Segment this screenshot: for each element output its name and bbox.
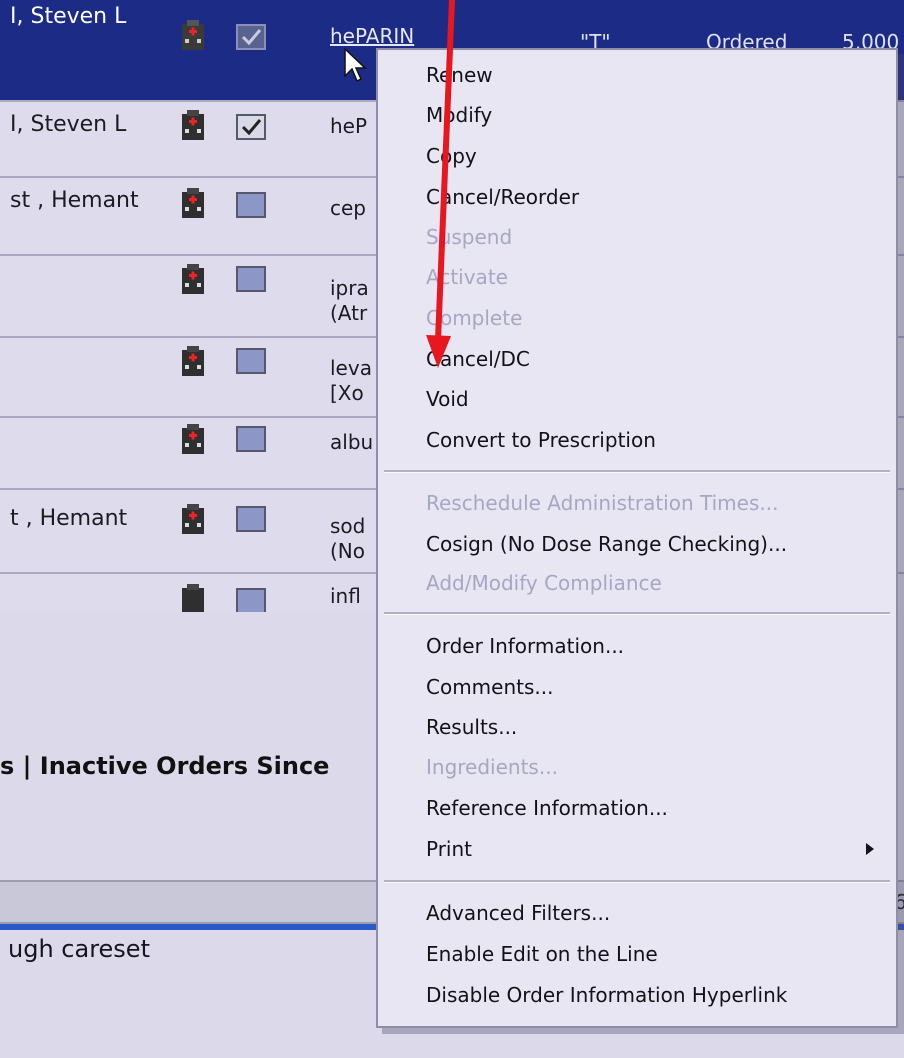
row-patient-name: t , Hemant xyxy=(10,506,128,531)
row-drug-name[interactable]: hePARIN xyxy=(330,24,414,49)
menu-item-reschedule-administration-times: Reschedule Administration Times... xyxy=(426,491,779,515)
hospital-building-icon xyxy=(182,188,204,218)
menu-item-cancel-dc[interactable]: Cancel/DC xyxy=(426,346,530,372)
checkbox-icon[interactable] xyxy=(236,192,266,218)
checkbox-icon[interactable] xyxy=(236,24,266,50)
menu-separator xyxy=(384,612,890,615)
orders-screen: I, Steven L hePARIN "T" Ordered 5,000 I,… xyxy=(0,0,904,1058)
row-patient-name: st , Hemant xyxy=(10,188,139,213)
row-patient-name: I, Steven L xyxy=(10,112,127,137)
hospital-building-icon xyxy=(182,346,204,376)
checkbox-icon[interactable] xyxy=(236,426,266,452)
hospital-building-icon xyxy=(182,20,204,50)
menu-separator xyxy=(384,470,890,473)
menu-item-modify[interactable]: Modify xyxy=(426,102,492,128)
checkbox-icon[interactable] xyxy=(236,588,266,612)
menu-item-results[interactable]: Results... xyxy=(426,714,517,740)
row-drug-name[interactable]: cep xyxy=(330,196,366,221)
order-view-tabs[interactable]: s | Inactive Orders Since xyxy=(0,752,329,780)
menu-item-advanced-filters[interactable]: Advanced Filters... xyxy=(426,900,610,926)
row-drug-name[interactable]: ipra (Atr xyxy=(330,276,369,326)
checkbox-icon[interactable] xyxy=(236,348,266,374)
menu-item-comments[interactable]: Comments... xyxy=(426,674,553,700)
checkbox-icon[interactable] xyxy=(236,114,266,140)
hospital-building-icon xyxy=(182,424,204,454)
checkbox-icon[interactable] xyxy=(236,506,266,532)
menu-item-cosign[interactable]: Cosign (No Dose Range Checking)... xyxy=(426,531,787,557)
menu-item-enable-edit-on-line[interactable]: Enable Edit on the Line xyxy=(426,941,658,967)
hospital-building-icon xyxy=(182,504,204,534)
menu-item-order-information[interactable]: Order Information... xyxy=(426,633,624,659)
order-context-menu: Renew Modify Copy Cancel/Reorder Suspend… xyxy=(376,48,898,1028)
hospital-building-icon xyxy=(182,110,204,140)
mouse-pointer-icon xyxy=(344,48,366,83)
row-drug-name[interactable]: albu xyxy=(330,430,373,455)
menu-item-disable-order-information-hyperlink[interactable]: Disable Order Information Hyperlink xyxy=(426,982,787,1008)
menu-item-copy[interactable]: Copy xyxy=(426,143,477,169)
menu-item-suspend: Suspend xyxy=(426,225,513,249)
menu-item-add-modify-compliance: Add/Modify Compliance xyxy=(426,571,662,595)
checkbox-icon[interactable] xyxy=(236,266,266,292)
menu-item-convert-to-prescription[interactable]: Convert to Prescription xyxy=(426,427,656,453)
row-drug-name[interactable]: infl xyxy=(330,584,361,609)
row-drug-name[interactable]: sod (No xyxy=(330,514,365,564)
menu-item-activate: Activate xyxy=(426,265,508,289)
menu-separator xyxy=(384,880,890,883)
row-drug-name[interactable]: heP xyxy=(330,114,367,139)
menu-item-ingredients: Ingredients... xyxy=(426,755,558,779)
menu-item-complete: Complete xyxy=(426,306,523,330)
row-drug-name[interactable]: leva [Xo xyxy=(330,356,372,406)
careset-label: ugh careset xyxy=(8,935,150,963)
submenu-arrow-icon xyxy=(866,843,874,855)
menu-item-cancel-reorder[interactable]: Cancel/Reorder xyxy=(426,184,579,210)
menu-item-print[interactable]: Print xyxy=(426,836,472,862)
menu-item-void[interactable]: Void xyxy=(426,386,469,412)
hospital-building-icon xyxy=(182,264,204,294)
hospital-building-icon xyxy=(182,584,204,612)
menu-item-reference-information[interactable]: Reference Information... xyxy=(426,795,668,821)
row-patient-name: I, Steven L xyxy=(10,4,127,29)
menu-item-renew[interactable]: Renew xyxy=(426,62,493,88)
